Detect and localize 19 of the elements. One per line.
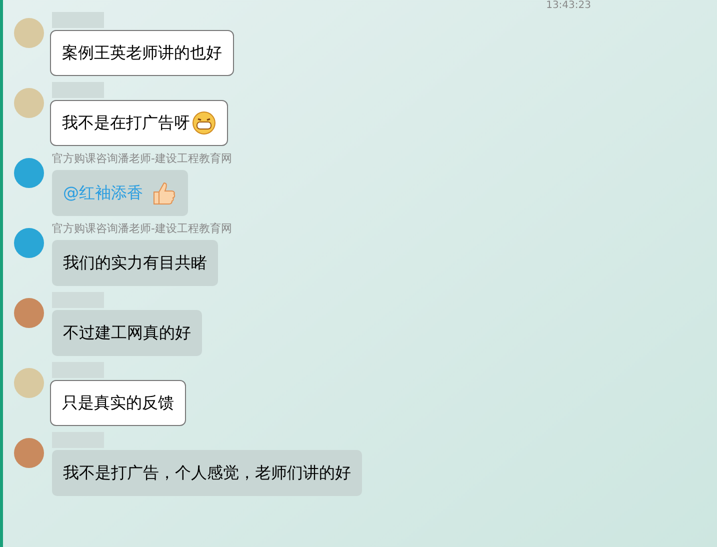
avatar[interactable] (14, 438, 44, 468)
thumbs-up-icon (151, 180, 177, 206)
avatar[interactable] (14, 298, 44, 328)
message-text: 只是真实的反馈 (62, 392, 174, 414)
avatar[interactable] (14, 88, 44, 118)
mention-link[interactable]: @红袖添香 (63, 181, 143, 205)
message-text: 我不是在打广告呀 (62, 112, 190, 134)
avatar[interactable] (14, 18, 44, 48)
message-text: 案例王英老师讲的也好 (62, 42, 222, 64)
avatar[interactable] (14, 368, 44, 398)
message-text: 我不是打广告，个人感觉，老师们讲的好 (63, 462, 351, 484)
avatar[interactable] (14, 228, 44, 258)
sender-name: 官方购课咨询潘老师-建设工程教育网 (52, 152, 232, 166)
message-timestamp: 13:43:23 (546, 0, 591, 12)
message-text: 我们的实力有目共睹 (63, 252, 207, 274)
message-text: 不过建工网真的好 (63, 322, 191, 344)
sender-name: 官方购课咨询潘老师-建设工程教育网 (52, 222, 232, 236)
avatar[interactable] (14, 158, 44, 188)
grinning-face-icon (192, 111, 216, 135)
